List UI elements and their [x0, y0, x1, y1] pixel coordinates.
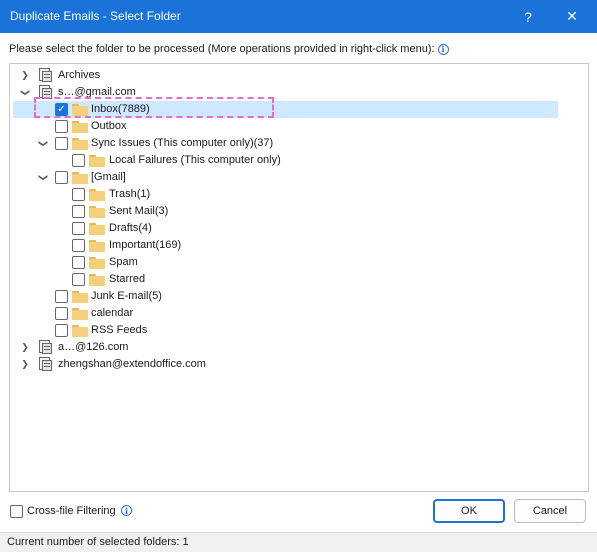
folder-tree[interactable]: ❯ Archives ❯ s…@gmail.com ✓ Inbox(7889) …: [9, 63, 589, 492]
checkbox[interactable]: [55, 120, 68, 133]
chevron-down-icon[interactable]: ❯: [17, 88, 34, 98]
checkbox[interactable]: [55, 137, 68, 150]
checkbox[interactable]: [55, 171, 68, 184]
cross-file-label: Cross-file Filtering: [27, 505, 116, 517]
tree-label: Junk E-mail(5): [91, 290, 162, 302]
highlight-box: [34, 97, 274, 118]
tree-item-calendar[interactable]: calendar: [10, 305, 588, 322]
chevron-right-icon[interactable]: ❯: [20, 67, 30, 84]
checkbox[interactable]: [55, 290, 68, 303]
tree-label: [Gmail]: [91, 171, 126, 183]
tree-item-sync-issues[interactable]: ❯ Sync Issues (This computer only)(37): [10, 135, 588, 152]
tree-label: Starred: [109, 273, 146, 285]
tree-item-important[interactable]: Important(169): [10, 237, 588, 254]
checkbox[interactable]: [72, 188, 85, 201]
tree-label: Drafts(4): [109, 222, 152, 234]
help-button[interactable]: ?: [508, 0, 548, 33]
folder-icon: [89, 223, 105, 235]
tree-label: Archives: [58, 69, 101, 81]
data-file-icon: [38, 340, 53, 355]
folder-icon: [72, 172, 88, 184]
tree-item-local-failures[interactable]: Local Failures (This computer only): [10, 152, 588, 169]
tree-label: zhengshan@extendoffice.com: [58, 358, 206, 370]
folder-icon: [89, 189, 105, 201]
tree-item-account-126[interactable]: ❯ a…@126.com: [10, 339, 588, 356]
tree-item-archives[interactable]: ❯ Archives: [10, 67, 588, 84]
tree-label: a…@126.com: [58, 341, 129, 353]
status-text: Current number of selected folders: 1: [7, 536, 189, 548]
data-file-icon: [38, 357, 53, 372]
folder-icon: [72, 308, 88, 320]
tree-item-starred[interactable]: Starred: [10, 271, 588, 288]
cancel-button[interactable]: Cancel: [514, 499, 586, 523]
tree-label: Trash(1): [109, 188, 151, 200]
title-bar: Duplicate Emails - Select Folder ? ✕: [0, 0, 597, 33]
tree-item-outbox[interactable]: Outbox: [10, 118, 588, 135]
tree-label: Important(169): [109, 239, 182, 251]
folder-icon: [72, 121, 88, 133]
instruction-label: Please select the folder to be processed…: [9, 43, 435, 55]
chevron-down-icon[interactable]: ❯: [35, 173, 52, 183]
checkbox[interactable]: [55, 307, 68, 320]
tree-label: calendar: [91, 307, 134, 319]
info-icon[interactable]: i: [121, 505, 132, 516]
checkbox[interactable]: [72, 222, 85, 235]
tree-item-rss-feeds[interactable]: RSS Feeds: [10, 322, 588, 339]
tree-label: RSS Feeds: [91, 324, 148, 336]
chevron-right-icon[interactable]: ❯: [20, 356, 30, 373]
folder-icon: [89, 257, 105, 269]
checkbox[interactable]: [55, 324, 68, 337]
checkbox[interactable]: [72, 239, 85, 252]
folder-icon: [89, 240, 105, 252]
chevron-down-icon[interactable]: ❯: [35, 139, 52, 149]
status-bar: Current number of selected folders: 1: [0, 532, 597, 552]
info-icon[interactable]: i: [437, 43, 449, 55]
checkbox[interactable]: [72, 256, 85, 269]
folder-icon: [89, 206, 105, 218]
folder-icon: [89, 274, 105, 286]
ok-button[interactable]: OK: [433, 499, 505, 523]
tree-item-gmail[interactable]: ❯ [Gmail]: [10, 169, 588, 186]
close-button[interactable]: ✕: [552, 0, 592, 33]
tree-label: Outbox: [91, 120, 127, 132]
folder-icon: [72, 325, 88, 337]
window-title: Duplicate Emails - Select Folder: [10, 9, 181, 23]
folder-icon: [89, 155, 105, 167]
tree-item-junk[interactable]: Junk E-mail(5): [10, 288, 588, 305]
instruction-text: Please select the folder to be processed…: [9, 43, 449, 55]
tree-item-drafts[interactable]: Drafts(4): [10, 220, 588, 237]
tree-label: Sync Issues (This computer only)(37): [91, 137, 274, 149]
tree-label: Spam: [109, 256, 138, 268]
cross-file-checkbox[interactable]: [10, 505, 23, 518]
checkbox[interactable]: [72, 273, 85, 286]
checkbox[interactable]: [72, 154, 85, 167]
tree-item-trash[interactable]: Trash(1): [10, 186, 588, 203]
tree-label: Sent Mail(3): [109, 205, 169, 217]
tree-label: Local Failures (This computer only): [109, 154, 281, 166]
tree-item-account-extendoffice[interactable]: ❯ zhengshan@extendoffice.com: [10, 356, 588, 373]
tree-item-sent-mail[interactable]: Sent Mail(3): [10, 203, 588, 220]
tree-item-spam[interactable]: Spam: [10, 254, 588, 271]
folder-icon: [72, 291, 88, 303]
checkbox[interactable]: [72, 205, 85, 218]
data-file-icon: [38, 68, 53, 83]
chevron-right-icon[interactable]: ❯: [20, 339, 30, 356]
folder-icon: [72, 138, 88, 150]
